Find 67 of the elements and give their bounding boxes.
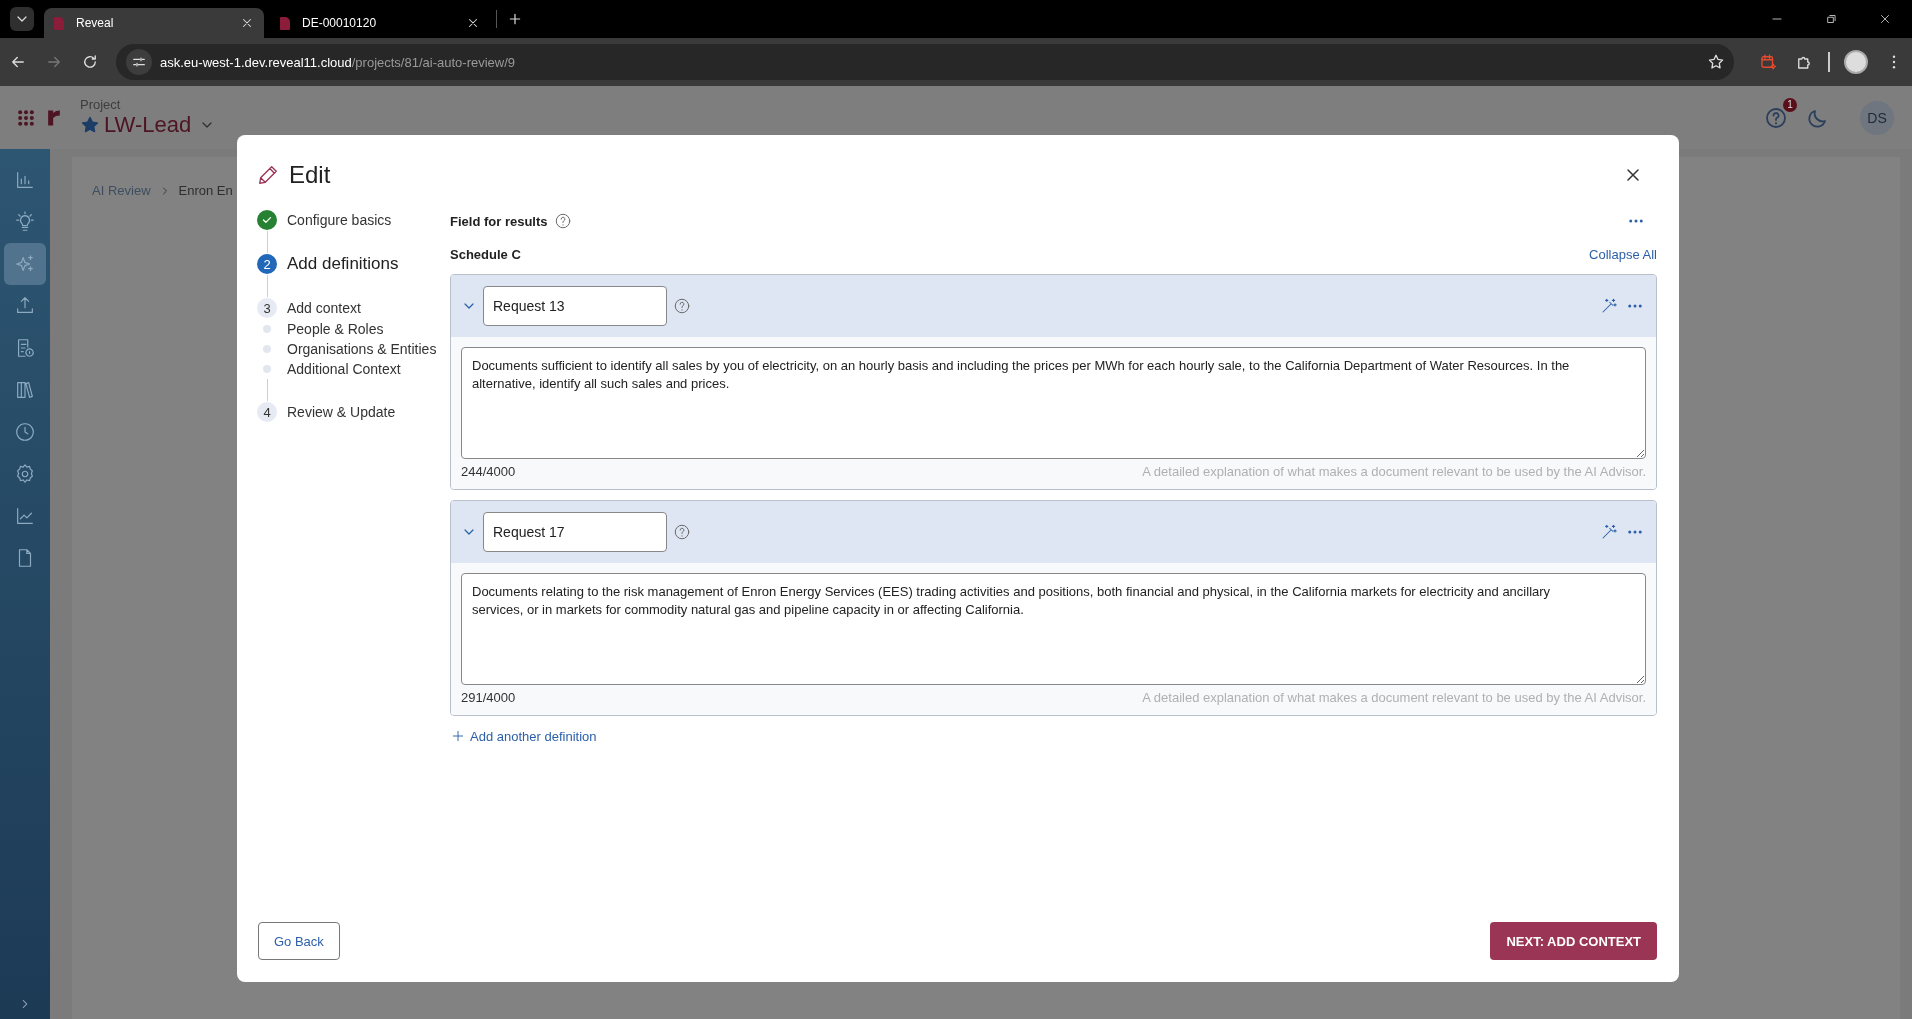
browser-tab[interactable]: Reveal	[44, 8, 264, 38]
help-icon[interactable]	[1764, 105, 1788, 130]
character-count: 291/4000	[461, 689, 516, 705]
line-chart-icon	[14, 505, 36, 527]
tab-title: DE-00010120	[302, 16, 378, 30]
site-info-icon[interactable]	[126, 49, 152, 75]
help-icon[interactable]	[673, 297, 691, 315]
step-number: 2	[257, 254, 277, 274]
substep-label[interactable]: Additional Context	[287, 361, 401, 377]
bookmark-star-icon[interactable]	[1707, 53, 1725, 71]
plus-icon	[450, 728, 466, 744]
step-label[interactable]: Review & Update	[287, 404, 396, 420]
hint-text: A detailed explanation of what makes a document relevant to be used by the AI Advisor.	[1142, 463, 1646, 479]
reload-icon[interactable]	[81, 53, 99, 71]
step-dot	[263, 345, 271, 353]
field-label: Field for results	[450, 213, 548, 229]
new-tab-icon[interactable]	[507, 11, 523, 27]
books-icon	[14, 379, 36, 401]
magic-wand-icon[interactable]	[1600, 297, 1618, 315]
field-value: Schedule C	[450, 246, 521, 262]
lightbulb-icon	[14, 211, 36, 233]
tab-search-caret-icon[interactable]	[10, 7, 34, 31]
address-bar[interactable]: ask.eu-west-1.dev.reveal11.cloud/projects/81/ai-auto-review/9	[116, 44, 1734, 80]
profile-avatar[interactable]	[1844, 50, 1868, 74]
clock-icon	[14, 421, 36, 443]
apps-grid-icon[interactable]	[16, 107, 36, 128]
next-button[interactable]: NEXT: ADD CONTEXT	[1490, 922, 1657, 960]
step-dot	[263, 365, 271, 373]
logo-icon	[280, 16, 290, 30]
substep-label[interactable]: People & Roles	[287, 321, 384, 337]
step-label[interactable]: Configure basics	[287, 212, 392, 228]
go-back-button[interactable]: Go Back	[258, 922, 340, 960]
magic-wand-icon[interactable]	[1600, 523, 1618, 541]
close-icon[interactable]	[240, 16, 254, 30]
calendar-extension-icon[interactable]	[1759, 53, 1777, 71]
description-field[interactable]: Documents sufficient to identify all sales by you of electricity, on an hourly basis and including the prices per MWh for each hourly sale, to the California Department of Water Resources. In the alternative, identify all such sales and prices.	[461, 347, 1646, 459]
definition-name-field[interactable]: Request 13	[483, 286, 667, 326]
tab-title: Reveal	[76, 16, 115, 30]
step-number: 4	[257, 402, 277, 422]
substep-label[interactable]: Organisations & Entities	[287, 341, 437, 357]
browser-tab[interactable]: DE-00010120	[270, 8, 490, 38]
close-icon[interactable]	[466, 16, 480, 30]
project-selector[interactable]: LW-Lead	[80, 112, 216, 138]
bar-chart-icon	[14, 169, 36, 191]
hint-text: A detailed explanation of what makes a document relevant to be used by the AI Advisor.	[1142, 689, 1646, 705]
step-number: 3	[257, 298, 277, 318]
step-dot	[263, 325, 271, 333]
url-text: ask.eu-west-1.dev.reveal11.cloud/projects/81/ai-auto-review/9	[160, 54, 516, 70]
restore-icon[interactable]	[1824, 12, 1838, 26]
help-icon[interactable]	[553, 212, 572, 230]
project-label: Project	[80, 97, 122, 112]
settings-icon	[14, 463, 36, 485]
logo-icon	[54, 16, 64, 30]
step-label[interactable]: Add definitions	[287, 254, 399, 274]
collapse-all-link[interactable]: Collapse All	[1589, 246, 1657, 262]
pencil-icon	[257, 164, 279, 186]
help-icon[interactable]	[673, 523, 691, 541]
description-field[interactable]: Documents relating to the risk management of Enron Energy Services (EES) trading activities and positions, both financial and physical, in the California markets for electricity and ancillary services, or in markets for commodity natural gas and pipeline capacity in or affecting California.	[461, 573, 1646, 685]
step-label[interactable]: Add context	[287, 300, 361, 316]
add-definition-link[interactable]: Add another definition	[450, 728, 597, 744]
character-count: 244/4000	[461, 463, 516, 479]
dialog-title: Edit	[289, 161, 331, 189]
star-icon	[80, 115, 100, 135]
notification-badge: 1	[1783, 97, 1797, 112]
definition-name-field[interactable]: Request 17	[483, 512, 667, 552]
close-icon[interactable]	[1878, 12, 1892, 26]
breadcrumb-item[interactable]: Enron En	[178, 183, 233, 198]
